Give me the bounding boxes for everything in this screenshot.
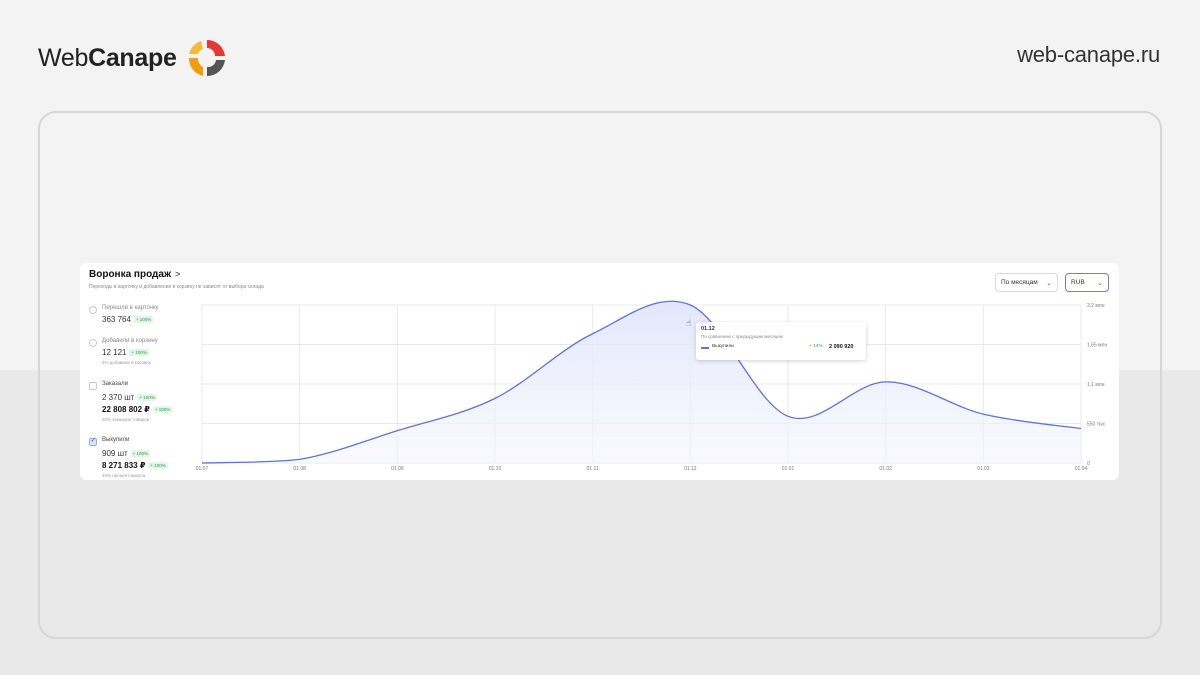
x-tick-label: 01.03	[977, 466, 990, 472]
tooltip-value: 2 090 920	[829, 343, 854, 350]
tooltip-subtitle: По сравнению с предыдущим месяцем	[701, 334, 783, 339]
x-tick-label: 01.04	[1075, 466, 1088, 472]
y-tick-label: 0	[1087, 461, 1090, 467]
y-tick-label: 2,2 млн	[1087, 303, 1105, 309]
tooltip-series-name: Выкупили	[712, 344, 734, 349]
webcanape-logo[interactable]: WebCanape	[38, 36, 229, 80]
tooltip-series-line	[701, 347, 709, 349]
y-tick-label: 550 тыс	[1087, 422, 1106, 428]
x-tick-label: 01.09	[391, 466, 404, 472]
tooltip-delta: + 14%	[809, 344, 823, 349]
chart-tooltip: 01.12 По сравнению с предыдущим месяцем …	[696, 322, 866, 360]
x-tick-label: 01.08	[293, 466, 306, 472]
tooltip-date: 01.12	[701, 326, 715, 332]
hand-cursor-icon: ☝	[686, 318, 692, 328]
x-tick-label: 01.11	[587, 466, 599, 472]
logo-mark-icon	[188, 39, 225, 77]
y-tick-label: 1,1 млн	[1087, 382, 1105, 388]
x-tick-label: 01.07	[196, 466, 209, 472]
logo-text: WebCanape	[38, 43, 177, 72]
x-tick-label: 01.01	[782, 466, 795, 472]
sales-funnel-chart[interactable]: 0 550 тыс 1,1 млн 1,65 млн 2,2 млн 01.07 01.08…	[80, 263, 1119, 480]
x-tick-label: 01.10	[489, 466, 502, 472]
x-tick-label: 01.02	[879, 466, 892, 472]
site-url-link[interactable]: web-canape.ru	[1017, 42, 1160, 68]
series-area-vykupili	[202, 301, 1081, 463]
sales-funnel-card: Воронка продаж > Переходы в карточку и до…	[80, 263, 1119, 480]
x-tick-label: 01.12	[684, 466, 697, 472]
y-tick-label: 1,65 млн	[1087, 343, 1107, 349]
